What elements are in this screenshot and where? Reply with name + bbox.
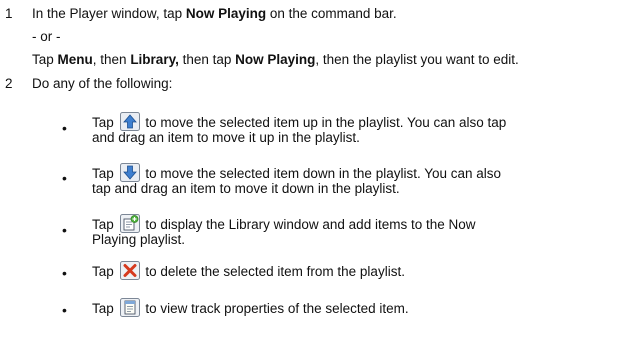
or-separator: - or - [32, 29, 61, 44]
list-item-move-up: Tap to move the selected item up in the … [92, 112, 512, 145]
list-item-text: to delete the selected item from the pla… [145, 264, 405, 279]
tap-label: Tap [92, 217, 114, 232]
list-item-text: to move the selected item down in the pl… [92, 166, 502, 196]
list-item-move-down: Tap to move the selected item down in th… [92, 163, 512, 196]
step-2-number: 2 [5, 76, 13, 91]
step-2-intro: Do any of the following: [32, 76, 173, 91]
tap-label: Tap [92, 115, 114, 130]
step-1-text-c: on the command bar. [266, 6, 397, 21]
list-item-text: to view track properties of the selected… [145, 301, 409, 316]
alt-text-e: then tap [178, 52, 236, 67]
alt-text-g: , then the playlist you want to edit. [315, 52, 519, 67]
up-arrow-icon [119, 112, 140, 131]
list-item-properties: Tap to view track properties of the sele… [92, 298, 512, 317]
delete-icon [119, 261, 140, 280]
now-playing-label-2: Now Playing [235, 52, 316, 67]
alt-text-c: , then [92, 52, 131, 67]
menu-label: Menu [57, 52, 93, 67]
down-arrow-icon [119, 163, 140, 182]
bullet: • [62, 302, 67, 318]
add-to-playlist-icon [119, 214, 140, 233]
list-item-delete: Tap to delete the selected item from the… [92, 261, 512, 280]
bullet: • [62, 120, 67, 136]
list-item-add: Tap to display the Library window and ad… [92, 214, 512, 247]
library-label: Library, [130, 52, 179, 67]
tap-label: Tap [92, 301, 114, 316]
step-1-line: In the Player window, tap Now Playing on… [32, 6, 397, 21]
step-1-text-a: In the Player window, tap [32, 6, 186, 21]
step-1-alt-line: Tap Menu, then Library, then tap Now Pla… [32, 52, 519, 67]
tap-label: Tap [92, 166, 114, 181]
list-item-text: to move the selected item up in the play… [92, 115, 507, 145]
bullet: • [62, 222, 67, 238]
now-playing-label: Now Playing [185, 6, 267, 21]
bullet: • [62, 170, 67, 186]
bullet: • [62, 265, 67, 281]
properties-icon [119, 298, 140, 317]
list-item-text: to display the Library window and add it… [92, 217, 476, 247]
step-1-number: 1 [5, 6, 13, 21]
alt-text-a: Tap [32, 52, 58, 67]
tap-label: Tap [92, 264, 114, 279]
